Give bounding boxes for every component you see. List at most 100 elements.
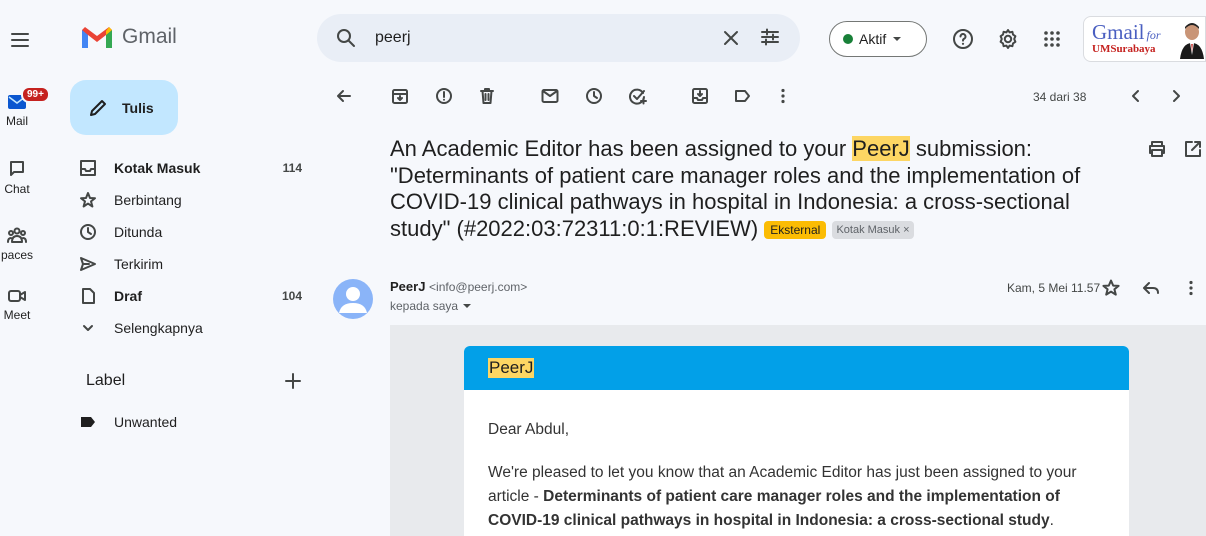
nav-sent[interactable]: Terkirim: [70, 248, 310, 280]
paragraph-article-title: Determinants of patient care manager rol…: [488, 488, 1060, 529]
label-tag-icon: [81, 417, 95, 427]
nav-inbox[interactable]: Kotak Masuk 114: [70, 152, 310, 184]
status-label: Aktif: [859, 31, 887, 47]
chevron-right-icon[interactable]: [1166, 86, 1186, 106]
account-org: UMSurabaya: [1092, 43, 1156, 55]
account-brand-sub: for: [1146, 28, 1161, 42]
mark-unread-icon[interactable]: [540, 86, 560, 106]
nav-drafts[interactable]: Draf 104: [70, 280, 310, 312]
caret-down-icon: [463, 304, 472, 308]
meet-video-icon: [8, 290, 26, 302]
back-arrow-icon[interactable]: [334, 86, 354, 106]
subject-highlight: PeerJ: [852, 136, 910, 161]
nav-starred[interactable]: Berbintang: [70, 184, 310, 216]
default-person-icon: [339, 287, 367, 313]
label-unwanted-name: Unwanted: [114, 414, 178, 430]
status-dot: [843, 34, 853, 44]
search-bar: [317, 14, 800, 62]
unread-badge: 99+: [21, 86, 50, 103]
search-options-icon[interactable]: [759, 26, 781, 48]
tag-inbox[interactable]: Kotak Masuk ×: [832, 220, 914, 239]
archive-icon[interactable]: [390, 86, 410, 106]
main-menu-button[interactable]: [6, 26, 34, 54]
nav-inbox-count: 114: [282, 161, 302, 175]
rail-spaces[interactable]: paces: [0, 226, 34, 262]
print-icon[interactable]: [1147, 139, 1167, 159]
chevron-down-icon: [83, 325, 93, 331]
spaces-icon: [7, 227, 27, 243]
rail-meet[interactable]: Meet: [0, 288, 34, 322]
report-spam-icon[interactable]: [434, 86, 454, 106]
account-brand: Gmail: [1092, 20, 1145, 44]
rail-chat[interactable]: Chat: [0, 160, 34, 196]
sender-email: <info@peerj.com>: [429, 280, 528, 294]
move-to-icon[interactable]: [690, 86, 710, 106]
pager-count: 34 dari 38: [1033, 90, 1087, 104]
message-date: Kam, 5 Mei 11.57: [1007, 281, 1101, 295]
search-icon[interactable]: [335, 27, 357, 49]
settings-gear-icon[interactable]: [996, 27, 1020, 51]
message-more-icon[interactable]: [1181, 278, 1201, 298]
email-card: PeerJ Dear Abdul, We're pleased to let y…: [464, 346, 1129, 536]
more-vert-icon[interactable]: [773, 86, 793, 106]
gmail-logo[interactable]: Gmail: [80, 24, 177, 50]
add-label-icon[interactable]: [282, 370, 304, 392]
rail-mail-label: Mail: [5, 114, 28, 128]
clock-icon: [80, 224, 96, 240]
app-name: Gmail: [122, 25, 177, 48]
peerj-header-bar: PeerJ: [464, 346, 1129, 390]
clear-search-icon[interactable]: [721, 28, 741, 48]
peerj-brand: PeerJ: [488, 358, 535, 378]
search-input[interactable]: [375, 26, 675, 50]
nav-more-label: Selengkapnya: [114, 320, 203, 336]
caret-down-icon: [893, 37, 902, 41]
draft-file-icon: [82, 288, 95, 304]
rail-chat-label: Chat: [4, 182, 30, 196]
paragraph-text-end: .: [1049, 512, 1054, 529]
labels-heading: Label: [86, 372, 126, 389]
account-switcher[interactable]: Gmail for UMSurabaya: [1083, 16, 1206, 62]
help-icon[interactable]: [951, 27, 975, 51]
rail-spaces-label: paces: [0, 248, 34, 262]
open-new-window-icon[interactable]: [1183, 139, 1203, 159]
nav-snoozed-label: Ditunda: [114, 224, 163, 240]
label-icon[interactable]: [733, 86, 753, 106]
email-subject: An Academic Editor has been assigned to …: [390, 136, 1130, 242]
compose-button[interactable]: Tulis: [70, 80, 178, 135]
nav-drafts-count: 104: [281, 289, 302, 303]
subject-text-start: An Academic Editor has been assigned to …: [390, 136, 853, 161]
sender-avatar[interactable]: [333, 279, 373, 319]
chevron-left-icon[interactable]: [1126, 86, 1146, 106]
star-icon[interactable]: [1101, 278, 1121, 298]
rail-meet-label: Meet: [3, 308, 31, 322]
nav-starred-label: Berbintang: [114, 192, 182, 208]
label-item-unwanted[interactable]: Unwanted: [70, 406, 310, 438]
chat-icon: [10, 161, 24, 176]
sender-name: PeerJ: [390, 279, 426, 294]
tag-external: Eksternal: [764, 220, 827, 239]
star-icon: [80, 192, 96, 208]
nav-sent-label: Terkirim: [114, 256, 163, 272]
email-paragraph: We're pleased to let you know that an Ac…: [488, 461, 1113, 533]
sender-line: PeerJ <info@peerj.com>: [390, 279, 527, 294]
hamburger-icon: [11, 33, 29, 47]
nav-inbox-label: Kotak Masuk: [114, 160, 201, 176]
email-greeting: Dear Abdul,: [488, 421, 569, 438]
pencil-icon: [90, 99, 106, 116]
status-selector[interactable]: Aktif: [829, 21, 927, 57]
nav-snoozed[interactable]: Ditunda: [70, 216, 310, 248]
recipients-label: kepada saya: [390, 299, 459, 313]
send-icon: [80, 257, 96, 271]
inbox-icon: [80, 160, 96, 176]
nav-more[interactable]: Selengkapnya: [70, 312, 310, 344]
account-avatar: [1180, 23, 1204, 59]
recipients-dropdown[interactable]: kepada saya: [390, 299, 472, 313]
nav-drafts-label: Draf: [114, 288, 143, 304]
add-task-icon[interactable]: [627, 86, 647, 106]
reply-icon[interactable]: [1141, 278, 1161, 298]
delete-trash-icon[interactable]: [477, 86, 497, 106]
apps-grid-icon[interactable]: [1040, 27, 1064, 51]
compose-label: Tulis: [122, 99, 154, 116]
snooze-clock-icon[interactable]: [584, 86, 604, 106]
gmail-m-icon: [82, 27, 112, 48]
